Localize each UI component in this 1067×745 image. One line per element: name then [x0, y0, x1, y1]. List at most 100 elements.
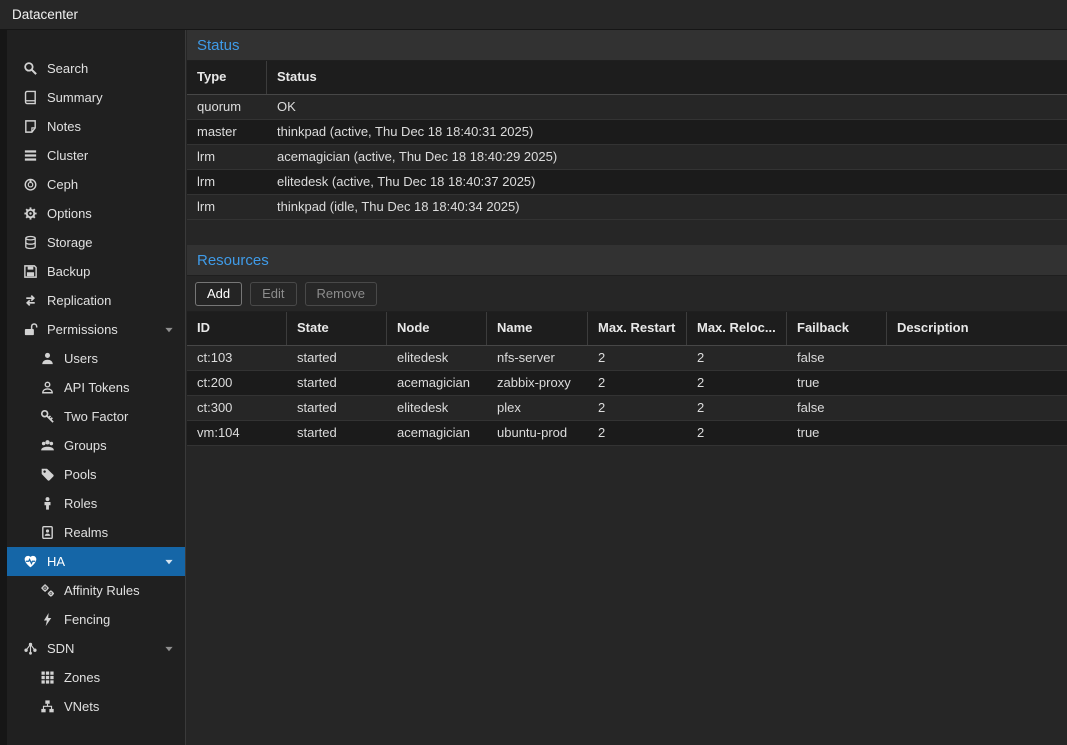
- sidebar-item-permissions[interactable]: Permissions: [7, 315, 185, 344]
- storage-icon: [23, 235, 39, 251]
- cell-name: ubuntu-prod: [487, 421, 588, 445]
- gears-icon: [40, 583, 56, 599]
- resources-toolbar: Add Edit Remove: [187, 276, 1067, 312]
- add-button[interactable]: Add: [195, 282, 242, 306]
- sidebar-scroll-up[interactable]: [0, 30, 185, 54]
- sidebar-item-label: HA: [47, 554, 65, 569]
- sidebar-item-api-tokens[interactable]: API Tokens: [7, 373, 185, 402]
- chevron-down-icon[interactable]: [163, 324, 175, 336]
- cell-node: acemagician: [387, 371, 487, 395]
- sidebar-item-summary[interactable]: Summary: [7, 83, 185, 112]
- cell-type: lrm: [187, 145, 267, 169]
- remove-button[interactable]: Remove: [305, 282, 377, 306]
- column-header-status[interactable]: Status: [267, 61, 1067, 94]
- sidebar-item-label: Storage: [47, 235, 93, 250]
- sidebar-item-affinity-rules[interactable]: Affinity Rules: [7, 576, 185, 605]
- sidebar-item-ceph[interactable]: Ceph: [7, 170, 185, 199]
- sidebar-item-users[interactable]: Users: [7, 344, 185, 373]
- table-row[interactable]: quorum OK: [187, 95, 1067, 120]
- cell-status: OK: [267, 95, 1067, 119]
- cell-id: ct:200: [187, 371, 287, 395]
- table-row[interactable]: ct:200 started acemagician zabbix-proxy …: [187, 371, 1067, 396]
- sidebar-item-realms[interactable]: Realms: [7, 518, 185, 547]
- cell-name: plex: [487, 396, 588, 420]
- page-title: Datacenter: [12, 7, 78, 22]
- cell-description: [887, 371, 1067, 395]
- sidebar-item-notes[interactable]: Notes: [7, 112, 185, 141]
- sidebar-item-pools[interactable]: Pools: [7, 460, 185, 489]
- sidebar-item-label: Zones: [64, 670, 100, 685]
- column-header-id[interactable]: ID: [187, 312, 287, 345]
- gear-icon: [23, 206, 39, 222]
- sidebar-item-fencing[interactable]: Fencing: [7, 605, 185, 634]
- column-header-node[interactable]: Node: [387, 312, 487, 345]
- cell-type: quorum: [187, 95, 267, 119]
- resources-panel: Resources Add Edit Remove ID State Node …: [187, 245, 1067, 446]
- sidebar-item-replication[interactable]: Replication: [7, 286, 185, 315]
- column-header-max-restart[interactable]: Max. Restart: [588, 312, 687, 345]
- table-row[interactable]: lrm elitedesk (active, Thu Dec 18 18:40:…: [187, 170, 1067, 195]
- status-panel: Status Type Status quorum OK master thin…: [187, 30, 1067, 245]
- table-row[interactable]: lrm acemagician (active, Thu Dec 18 18:4…: [187, 145, 1067, 170]
- sidebar-item-ha[interactable]: HA: [7, 547, 185, 576]
- sidebar-item-cluster[interactable]: Cluster: [7, 141, 185, 170]
- table-row[interactable]: lrm thinkpad (idle, Thu Dec 18 18:40:34 …: [187, 195, 1067, 220]
- cell-type: master: [187, 120, 267, 144]
- sidebar-gutter: [0, 30, 7, 745]
- sidebar-item-sdn[interactable]: SDN: [7, 634, 185, 663]
- sidebar-item-two-factor[interactable]: Two Factor: [7, 402, 185, 431]
- cell-description: [887, 346, 1067, 370]
- user-icon: [40, 351, 56, 367]
- resources-table-header: ID State Node Name Max. Restart Max. Rel…: [187, 312, 1067, 346]
- sidebar-item-vnets[interactable]: VNets: [7, 692, 185, 721]
- sidebar-item-label: Pools: [64, 467, 97, 482]
- column-header-type[interactable]: Type: [187, 61, 267, 94]
- status-table-body: quorum OK master thinkpad (active, Thu D…: [187, 95, 1067, 220]
- table-row[interactable]: ct:300 started elitedesk plex 2 2 false: [187, 396, 1067, 421]
- column-header-max-reloc[interactable]: Max. Reloc...: [687, 312, 787, 345]
- unlock-icon: [23, 322, 39, 338]
- sidebar-item-label: Permissions: [47, 322, 118, 337]
- cell-max-reloc: 2: [687, 371, 787, 395]
- table-row[interactable]: vm:104 started acemagician ubuntu-prod 2…: [187, 421, 1067, 446]
- column-header-state[interactable]: State: [287, 312, 387, 345]
- sidebar-item-label: Summary: [47, 90, 103, 105]
- cell-state: started: [287, 396, 387, 420]
- cell-state: started: [287, 371, 387, 395]
- sidebar-item-roles[interactable]: Roles: [7, 489, 185, 518]
- table-row[interactable]: ct:103 started elitedesk nfs-server 2 2 …: [187, 346, 1067, 371]
- cell-status: acemagician (active, Thu Dec 18 18:40:29…: [267, 145, 1067, 169]
- sidebar-item-groups[interactable]: Groups: [7, 431, 185, 460]
- cell-name: zabbix-proxy: [487, 371, 588, 395]
- sidebar-item-label: Two Factor: [64, 409, 128, 424]
- column-header-name[interactable]: Name: [487, 312, 588, 345]
- sidebar-scroll-down[interactable]: [0, 727, 185, 745]
- cell-id: vm:104: [187, 421, 287, 445]
- cell-failback: true: [787, 371, 887, 395]
- table-row[interactable]: master thinkpad (active, Thu Dec 18 18:4…: [187, 120, 1067, 145]
- sidebar-item-options[interactable]: Options: [7, 199, 185, 228]
- cell-state: started: [287, 421, 387, 445]
- column-header-failback[interactable]: Failback: [787, 312, 887, 345]
- cell-status: thinkpad (idle, Thu Dec 18 18:40:34 2025…: [267, 195, 1067, 219]
- column-header-description[interactable]: Description: [887, 312, 1067, 345]
- sidebar-item-storage[interactable]: Storage: [7, 228, 185, 257]
- sidebar-item-zones[interactable]: Zones: [7, 663, 185, 692]
- chevron-down-icon[interactable]: [163, 643, 175, 655]
- sidebar-item-label: Users: [64, 351, 98, 366]
- cell-state: started: [287, 346, 387, 370]
- cell-failback: false: [787, 346, 887, 370]
- cell-type: lrm: [187, 195, 267, 219]
- status-table-empty-area: [187, 220, 1067, 245]
- sidebar-item-label: Replication: [47, 293, 111, 308]
- sidebar-item-backup[interactable]: Backup: [7, 257, 185, 286]
- edit-button[interactable]: Edit: [250, 282, 296, 306]
- sidebar-item-label: Cluster: [47, 148, 88, 163]
- sidebar-item-search[interactable]: Search: [7, 54, 185, 83]
- key-icon: [40, 409, 56, 425]
- chevron-down-icon[interactable]: [163, 556, 175, 568]
- cell-status: thinkpad (active, Thu Dec 18 18:40:31 20…: [267, 120, 1067, 144]
- cell-type: lrm: [187, 170, 267, 194]
- cell-max-reloc: 2: [687, 421, 787, 445]
- status-panel-title: Status: [187, 30, 1067, 61]
